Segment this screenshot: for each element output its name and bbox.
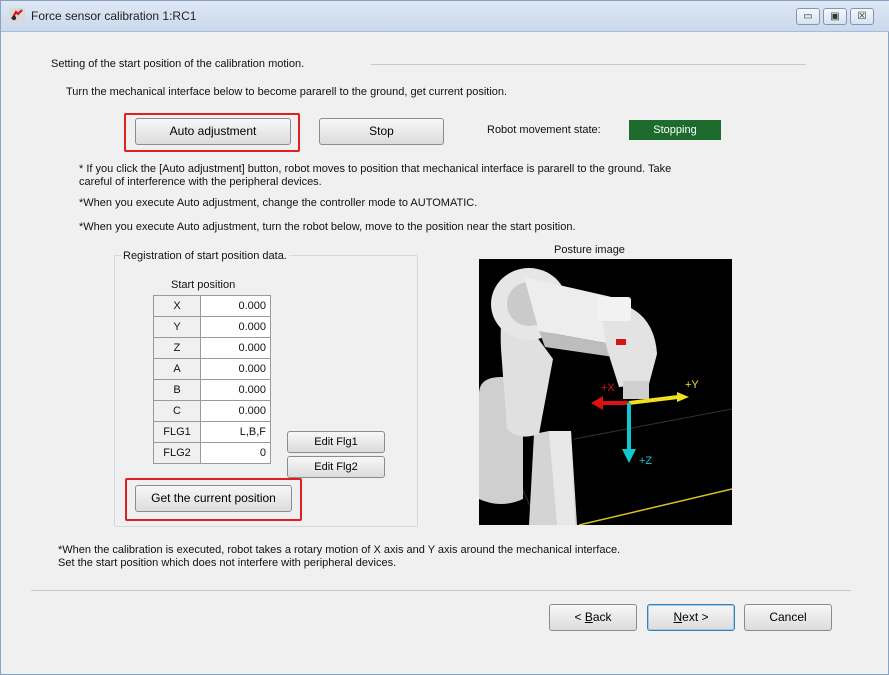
registration-title: Registration of start position data. <box>121 250 289 262</box>
posture-image-title: Posture image <box>554 244 625 256</box>
table-row: A 0.000 <box>153 358 271 380</box>
auto-adjustment-button[interactable]: Auto adjustment <box>135 118 291 145</box>
section-title: Setting of the start position of the cal… <box>51 58 305 70</box>
z-axis-label: +Z <box>639 455 653 467</box>
edit-flg1-button[interactable]: Edit Flg1 <box>287 431 385 453</box>
note-auto-adjustment-1: * If you click the [Auto adjustment] but… <box>79 163 672 175</box>
table-row: B 0.000 <box>153 379 271 401</box>
back-prefix: < <box>574 610 585 624</box>
row-label: Z <box>153 337 201 359</box>
start-position-label: Start position <box>171 279 236 291</box>
b-value-field[interactable]: 0.000 <box>200 379 271 401</box>
row-label: X <box>153 295 201 317</box>
edit-flg2-button[interactable]: Edit Flg2 <box>287 456 385 478</box>
robot-state-label: Robot movement state: <box>487 124 601 136</box>
table-row: X 0.000 <box>153 295 271 317</box>
close-button[interactable]: ☒ <box>850 8 874 25</box>
back-button[interactable]: < Back <box>549 604 637 631</box>
z-value-field[interactable]: 0.000 <box>200 337 271 359</box>
next-label: ext > <box>682 610 709 624</box>
y-axis-label: +Y <box>685 379 699 391</box>
next-button[interactable]: Next > <box>647 604 735 631</box>
row-label: B <box>153 379 201 401</box>
instruction-text: Turn the mechanical interface below to b… <box>66 86 508 98</box>
row-label: FLG2 <box>153 442 201 464</box>
start-position-table: X 0.000 Y 0.000 Z 0.000 A 0.000 B 0.000 C 0.00… <box>153 295 271 464</box>
title-bar: Force sensor calibration 1:RC1 ▭ ▣ ☒ <box>1 1 889 32</box>
row-label: C <box>153 400 201 422</box>
back-mnemonic: B <box>584 610 593 624</box>
cancel-button[interactable]: Cancel <box>744 604 832 631</box>
x-value-field[interactable]: 0.000 <box>200 295 271 317</box>
footer-note-line-1: *When the calibration is executed, robot… <box>58 544 621 556</box>
x-axis-label: +X <box>601 382 615 394</box>
a-value-field[interactable]: 0.000 <box>200 358 271 380</box>
footer-note-line-2: Set the start position which does not in… <box>58 557 397 569</box>
y-value-field[interactable]: 0.000 <box>200 316 271 338</box>
back-label: ack <box>592 610 612 624</box>
note-turn-robot: *When you execute Auto adjustment, turn … <box>79 221 576 233</box>
minimize-button[interactable]: ▭ <box>796 8 820 25</box>
table-row: C 0.000 <box>153 400 271 422</box>
table-row: FLG1 L,B,F <box>153 421 271 443</box>
flg2-value-field[interactable]: 0 <box>200 442 271 464</box>
row-label: Y <box>153 316 201 338</box>
table-row: FLG2 0 <box>153 442 271 464</box>
footer-divider <box>31 590 851 591</box>
window-title: Force sensor calibration 1:RC1 <box>31 9 197 23</box>
note-automatic-mode: *When you execute Auto adjustment, chang… <box>79 197 478 209</box>
get-current-position-button[interactable]: Get the current position <box>135 485 292 512</box>
calibration-window: Force sensor calibration 1:RC1 ▭ ▣ ☒ Set… <box>0 0 889 675</box>
posture-image: +X +Y +Z <box>479 259 732 525</box>
row-label: A <box>153 358 201 380</box>
flg1-value-field[interactable]: L,B,F <box>200 421 271 443</box>
section-divider <box>371 64 806 65</box>
app-icon <box>9 8 25 22</box>
next-mnemonic: N <box>673 610 683 624</box>
table-row: Z 0.000 <box>153 337 271 359</box>
maximize-button[interactable]: ▣ <box>823 8 847 25</box>
c-value-field[interactable]: 0.000 <box>200 400 271 422</box>
row-label: FLG1 <box>153 421 201 443</box>
robot-state-badge: Stopping <box>629 120 721 140</box>
stop-button[interactable]: Stop <box>319 118 444 145</box>
table-row: Y 0.000 <box>153 316 271 338</box>
note-auto-adjustment-2: careful of interference with the periphe… <box>79 176 322 188</box>
